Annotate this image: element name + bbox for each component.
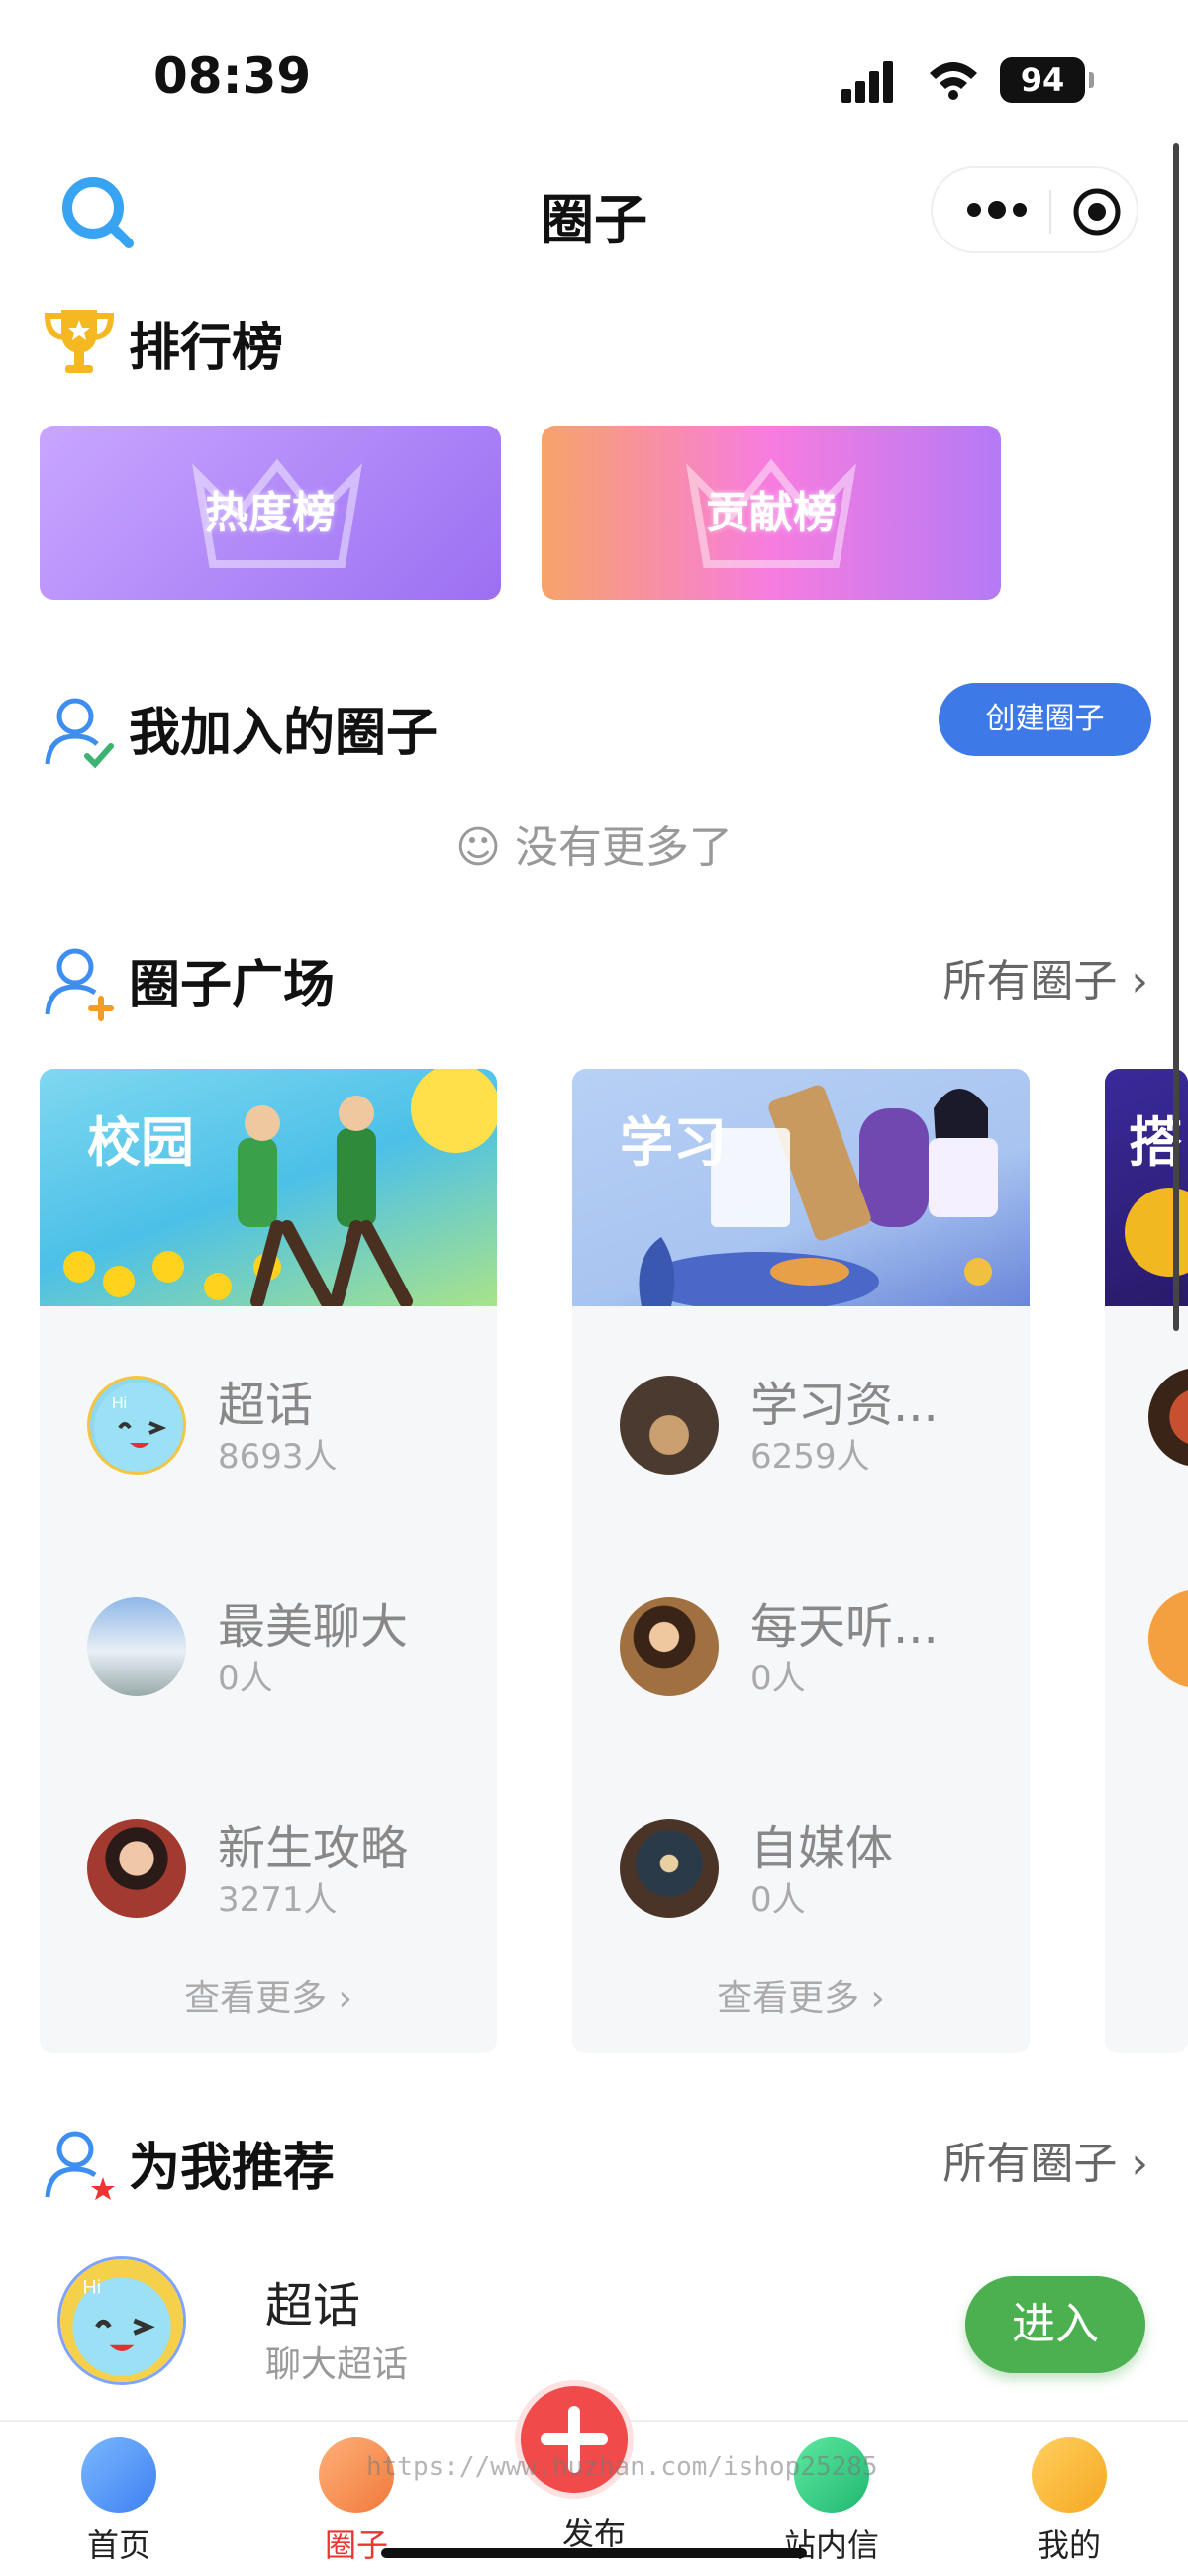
- circle-member-count: 0人: [218, 1659, 273, 1698]
- smile-icon: ☺: [455, 822, 501, 873]
- circle-member-count: 8693人: [218, 1437, 338, 1477]
- circle-item[interactable]: Hi 超话 8693人: [40, 1366, 497, 1484]
- scrollbar[interactable]: [1173, 143, 1179, 1331]
- plaza-title: 圈子广场: [129, 956, 336, 1015]
- hot-ranking-label: 热度榜: [205, 488, 336, 538]
- circle-name: 超话: [218, 1378, 314, 1433]
- watermark: https://www.huzhan.com/ishop25285: [366, 2452, 878, 2482]
- recommend-all-circles-link[interactable]: 所有圈子 ›: [942, 2128, 1148, 2191]
- tab-profile-label: 我的: [1037, 2527, 1101, 2564]
- user-icon: [1032, 2437, 1107, 2513]
- campus-banner[interactable]: 校园: [40, 1069, 497, 1306]
- circle-avatar: [1148, 1368, 1188, 1467]
- see-more-link[interactable]: 查看更多 ›: [572, 1969, 1030, 2021]
- tab-home[interactable]: 首页: [40, 2437, 198, 2576]
- circle-avatar: [87, 1597, 186, 1696]
- study-banner[interactable]: 学习: [572, 1069, 1030, 1306]
- user-add-icon: [45, 948, 114, 1021]
- circle-avatar: [1148, 1589, 1188, 1688]
- plaza-card-campus: 校园 Hi 超话 8693人 最美聊大 0人 新生攻略 3271人 查看更多 ›: [40, 1069, 497, 2053]
- my-circles-title: 我加入的圈子: [129, 704, 439, 763]
- campus-banner-title: 校园: [87, 1111, 194, 1174]
- circle-item[interactable]: 自媒体 0人: [572, 1809, 1030, 1928]
- user-star-icon: [45, 2131, 115, 2200]
- chevron-right-icon: ›: [338, 1978, 352, 2019]
- hot-ranking-card[interactable]: 热度榜: [40, 426, 501, 600]
- empty-state: ☺ 没有更多了: [0, 811, 1188, 875]
- enter-button[interactable]: 进入: [965, 2276, 1145, 2373]
- tab-home-label: 首页: [86, 2527, 150, 2564]
- recommend-desc: 聊大超话: [265, 2344, 409, 2385]
- plaza-all-circles-link[interactable]: 所有圈子 ›: [942, 945, 1148, 1008]
- status-time: 08:39: [153, 48, 312, 105]
- circle-item[interactable]: 最美聊大 0人: [40, 1587, 497, 1706]
- navigation-bar: 圈子: [0, 158, 1188, 267]
- recommend-title: 为我推荐: [129, 2139, 336, 2198]
- recommend-more-label: 所有圈子: [942, 2139, 1118, 2189]
- circle-member-count: 3271人: [218, 1880, 338, 1920]
- see-more-label: 查看更多: [184, 1978, 328, 2019]
- more-icon[interactable]: [962, 188, 1032, 232]
- circle-member-count: 0人: [750, 1659, 806, 1698]
- svg-text:Hi: Hi: [112, 1395, 127, 1412]
- study-banner-title: 学习: [620, 1111, 727, 1174]
- see-more-link[interactable]: 查看更多 ›: [40, 1969, 497, 2021]
- ranking-title: 排行榜: [129, 319, 284, 378]
- circle-name: 最美聊大: [218, 1599, 409, 1655]
- circle-member-count: 6259人: [750, 1437, 870, 1477]
- circle-name: 每天听...: [750, 1599, 939, 1655]
- recommend-name: 超话: [265, 2278, 361, 2334]
- circle-avatar: Hi: [87, 1376, 186, 1475]
- home-indicator: [381, 2548, 807, 2558]
- svg-text:Hi: Hi: [82, 2277, 101, 2299]
- ranking-header: 排行榜: [0, 292, 1188, 401]
- plaza-card-study: 学习 学习资... 6259人 每天听... 0人 自媒体 0人 查看更多 ›: [572, 1069, 1030, 2053]
- circle-member-count: 0人: [750, 1880, 806, 1920]
- user-check-icon: [45, 698, 114, 769]
- circle-avatar: [620, 1376, 719, 1475]
- tab-profile[interactable]: 我的: [990, 2437, 1148, 2576]
- chevron-right-icon: ›: [870, 1978, 885, 2019]
- circle-avatar: [620, 1819, 719, 1918]
- see-more-label: 查看更多: [717, 1978, 860, 2019]
- create-circle-button[interactable]: 创建圈子: [939, 683, 1151, 756]
- trophy-icon: [44, 310, 115, 373]
- circle-item[interactable]: 每天听... 0人: [572, 1587, 1030, 1706]
- circle-item[interactable]: 学习资... 6259人: [572, 1366, 1030, 1484]
- signal-icon: [842, 61, 893, 103]
- chevron-right-icon: ›: [1131, 956, 1148, 1006]
- home-icon: [81, 2437, 156, 2513]
- circle-name: 新生攻略: [218, 1821, 409, 1876]
- chevron-right-icon: ›: [1131, 2139, 1148, 2189]
- contribution-ranking-label: 贡献榜: [706, 488, 837, 538]
- wifi-icon: [930, 62, 977, 100]
- tab-messages-label: 站内信: [783, 2527, 879, 2564]
- circle-name: 自媒体: [750, 1821, 894, 1876]
- status-bar: 08:39 94: [0, 0, 1188, 148]
- empty-text: 没有更多了: [514, 822, 733, 873]
- circle-avatar: [620, 1597, 719, 1696]
- contribution-ranking-card[interactable]: 贡献榜: [542, 426, 1001, 600]
- mini-program-capsule: [931, 166, 1138, 253]
- close-miniprogram-icon[interactable]: [1071, 186, 1123, 238]
- circle-item[interactable]: 新生攻略 3271人: [40, 1809, 497, 1928]
- plaza-header: 圈子广场 所有圈子 ›: [0, 925, 1188, 1034]
- recommend-avatar: Hi: [57, 2256, 186, 2385]
- recommend-header: 为我推荐 所有圈子 ›: [0, 2108, 1188, 2217]
- battery-indicator: 94: [1000, 57, 1094, 103]
- circle-avatar: [87, 1819, 186, 1918]
- tab-circle-label: 圈子: [324, 2527, 388, 2564]
- plaza-more-label: 所有圈子: [942, 956, 1118, 1006]
- capsule-divider: [1049, 190, 1051, 234]
- circle-name: 学习资...: [750, 1378, 939, 1433]
